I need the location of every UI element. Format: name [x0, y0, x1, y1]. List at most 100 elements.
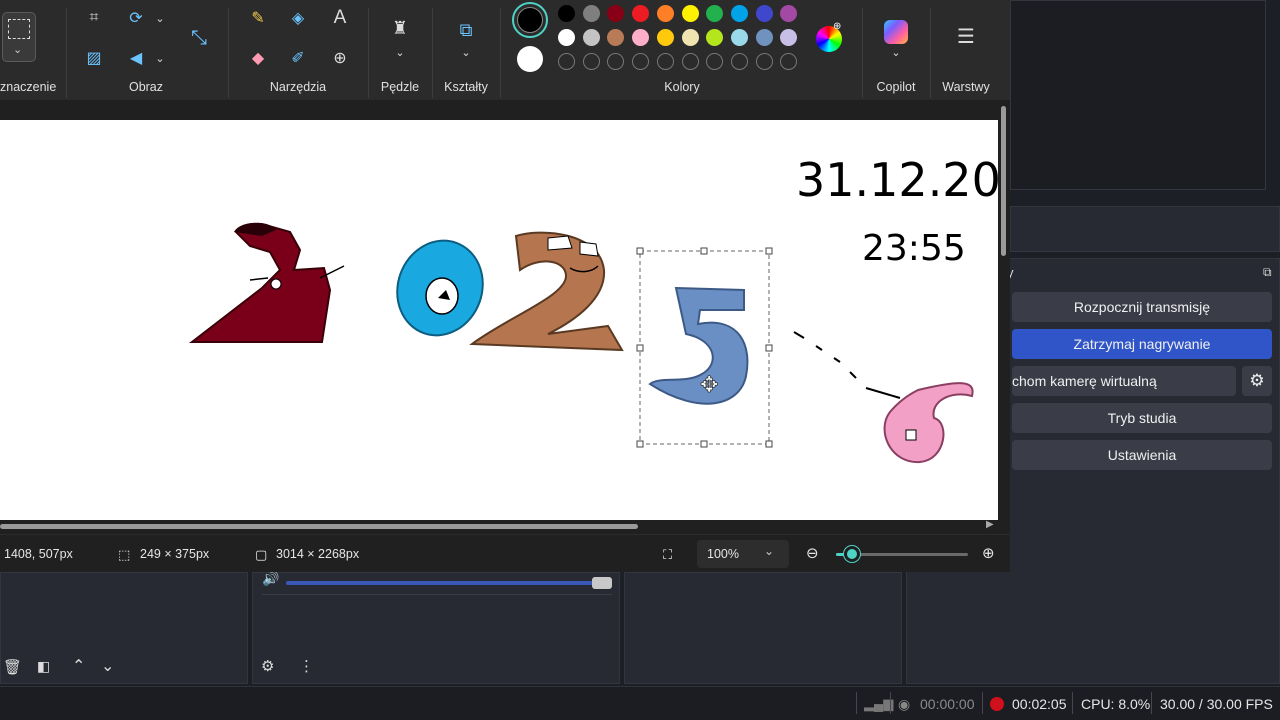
start-stream-button[interactable]: Rozpocznij transmisję	[1012, 292, 1272, 322]
group-label-shapes: Kształty	[444, 80, 488, 94]
custom-color-slot[interactable]	[780, 53, 798, 70]
zoom-slider-handle[interactable]	[843, 546, 860, 562]
fill-bucket-icon[interactable]: ◈	[286, 6, 310, 30]
custom-color-slot[interactable]	[755, 53, 773, 70]
more-options-icon[interactable]: ⋮	[299, 657, 314, 675]
undock-icon[interactable]: ⧉	[1263, 265, 1272, 280]
rotate-icon[interactable]: ⟳	[124, 6, 148, 30]
selection-rect-icon	[8, 19, 30, 39]
volume-slider-handle[interactable]	[592, 577, 612, 589]
move-down-icon[interactable]: ⌄	[101, 656, 114, 676]
record-time: 00:02:05	[1012, 696, 1067, 712]
handwritten-date: 31.12.2025	[796, 153, 998, 207]
stop-recording-button[interactable]: Zatrzymaj nagrywanie	[1012, 329, 1272, 359]
color-swatch[interactable]	[632, 5, 650, 22]
stream-status-icon: ◉	[898, 695, 911, 712]
color-swatch[interactable]	[755, 29, 773, 46]
color-swatch[interactable]	[656, 5, 674, 22]
paint-window: ⌄ znaczenie ⌗ ⟳ ⌄ ▨ ◀ ⌄ ⤡ Obraz ✎ ◈ A ◆ …	[0, 0, 1010, 572]
settings-button[interactable]: Ustawienia	[1012, 440, 1272, 470]
custom-color-slot[interactable]	[558, 53, 575, 70]
color-swatch[interactable]	[656, 29, 674, 46]
vertical-scrollbar-thumb[interactable]	[1001, 106, 1006, 256]
shapes-icon[interactable]: ⧉	[454, 18, 478, 42]
primary-color-button[interactable]	[512, 2, 548, 38]
speaker-icon[interactable]: 🔊	[262, 570, 279, 587]
color-swatch[interactable]	[755, 5, 773, 22]
select-tool-button[interactable]: ⌄	[2, 12, 36, 62]
flip-chevron-icon[interactable]: ⌄	[148, 46, 172, 70]
digit-two-red	[189, 222, 332, 343]
drawing: ✥ 31.12.2025 23:55	[189, 153, 998, 464]
group-label-colors: Kolory	[664, 80, 700, 94]
custom-color-slot[interactable]	[730, 53, 748, 70]
ribbon: ⌄ znaczenie ⌗ ⟳ ⌄ ▨ ◀ ⌄ ⤡ Obraz ✎ ◈ A ◆ …	[0, 0, 1010, 100]
plus-icon: ⊕	[833, 21, 842, 32]
color-swatch[interactable]	[681, 5, 699, 22]
move-up-icon[interactable]: ⌃	[72, 656, 85, 676]
color-swatch[interactable]	[780, 29, 798, 46]
zoom-out-icon[interactable]: ⊖	[806, 544, 819, 562]
secondary-color-button[interactable]	[517, 46, 543, 72]
custom-color-slot[interactable]	[681, 53, 699, 70]
color-swatch[interactable]	[607, 29, 625, 46]
color-swatch[interactable]	[730, 29, 748, 46]
rotate-chevron-icon[interactable]: ⌄	[148, 6, 172, 30]
pencil-icon[interactable]: ✎	[246, 6, 270, 30]
group-label-image: Obraz	[128, 80, 164, 94]
color-swatch[interactable]	[681, 29, 699, 46]
drawing-canvas[interactable]: ✥ 31.12.2025 23:55	[0, 120, 998, 520]
record-status-icon	[990, 688, 1004, 720]
brush-chevron-icon[interactable]: ⌄	[388, 40, 412, 64]
color-swatch[interactable]	[558, 29, 575, 46]
custom-color-slot[interactable]	[706, 53, 724, 70]
obs-preview-dock	[1010, 0, 1266, 190]
color-swatch[interactable]	[706, 5, 724, 22]
eraser-icon[interactable]: ◆	[246, 46, 270, 70]
trash-icon[interactable]: 🗑	[3, 658, 22, 676]
shapes-chevron-icon[interactable]: ⌄	[454, 40, 478, 64]
fit-to-window-icon[interactable]: ⛶	[663, 547, 672, 563]
color-swatch[interactable]	[780, 5, 798, 22]
resize-image-icon[interactable]: ⤡	[187, 26, 211, 50]
color-swatch[interactable]	[607, 5, 625, 22]
color-picker-icon[interactable]: ✐	[286, 46, 310, 70]
custom-color-slot[interactable]	[656, 53, 674, 70]
selection-size: 249 × 375px	[140, 547, 210, 561]
layers-icon[interactable]: ☰	[954, 24, 978, 48]
scroll-right-icon[interactable]: ▶	[986, 519, 994, 530]
pink-arm	[865, 387, 901, 399]
custom-color-slot[interactable]	[632, 53, 650, 70]
group-label-selection: znaczenie	[0, 80, 57, 94]
studio-mode-button[interactable]: Tryb studia	[1012, 403, 1272, 433]
group-label-brushes: Pędzle	[380, 80, 420, 94]
copilot-chevron-icon[interactable]: ⌄	[884, 40, 908, 64]
color-swatch[interactable]	[582, 29, 600, 46]
color-swatch[interactable]	[730, 5, 748, 22]
selection-rect[interactable]	[639, 250, 770, 445]
crop-icon[interactable]: ⌗	[82, 6, 106, 30]
virtual-camera-settings-button[interactable]: ⚙	[1242, 366, 1272, 396]
volume-slider[interactable]	[286, 581, 606, 585]
text-tool-icon[interactable]: A	[328, 6, 352, 30]
brush-icon[interactable]: ♜	[388, 16, 412, 40]
canvas-area: ✥ 31.12.2025 23:55 ▶	[0, 100, 1010, 534]
zoom-dropdown[interactable]: 100% ⌄	[697, 540, 789, 568]
filter-icon[interactable]: ◧	[37, 658, 50, 675]
selection-size-icon: ⬚	[118, 547, 131, 562]
transparent-selection-icon[interactable]: ▨	[82, 46, 106, 70]
selection-handles[interactable]	[636, 247, 773, 448]
custom-color-slot[interactable]	[582, 53, 600, 70]
magnifier-icon[interactable]: ⊕	[328, 46, 352, 70]
color-swatch[interactable]	[582, 5, 600, 22]
color-swatch[interactable]	[558, 5, 575, 22]
color-swatch[interactable]	[706, 29, 724, 46]
zoom-in-icon[interactable]: ⊕	[982, 544, 995, 562]
group-label-tools: Narzędzia	[269, 80, 327, 94]
custom-color-slot[interactable]	[607, 53, 625, 70]
flip-icon[interactable]: ◀	[124, 46, 148, 70]
audio-settings-icon[interactable]: ⚙	[261, 657, 274, 675]
color-swatch[interactable]	[632, 29, 650, 46]
virtual-camera-button[interactable]: chom kamerę wirtualną	[1012, 366, 1236, 396]
horizontal-scrollbar-thumb[interactable]	[0, 524, 638, 529]
